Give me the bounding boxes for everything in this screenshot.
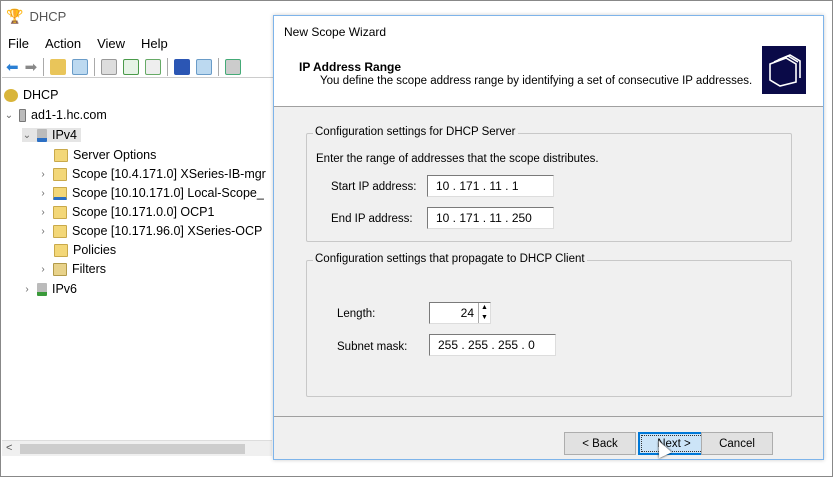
tree-node-scope[interactable]: › Scope [10.171.96.0] XSeries-OCP: [38, 224, 262, 238]
menu-action[interactable]: Action: [45, 36, 81, 51]
length-spinner[interactable]: 24 ▲ ▼: [429, 302, 491, 324]
tree-label: IPv6: [52, 282, 78, 296]
folder-info-icon: [53, 186, 67, 200]
window-title: DHCP: [29, 8, 67, 24]
up-folder-icon[interactable]: [50, 58, 67, 75]
range-description: Enter the range of addresses that the sc…: [316, 153, 599, 165]
ipv6-icon: [37, 282, 47, 296]
length-label: Length:: [337, 308, 376, 320]
tree-node-ipv4[interactable]: ⌄ IPv4: [22, 128, 82, 142]
tree-label: Scope [10.4.171.0] XSeries-IB-mgr: [72, 167, 266, 181]
title-bar: 🏆 DHCP: [6, 6, 66, 26]
group-legend: Configuration settings for DHCP Server: [313, 126, 518, 138]
menu-help[interactable]: Help: [141, 36, 168, 51]
chevron-down-icon[interactable]: ⌄: [22, 130, 32, 141]
properties-icon[interactable]: [101, 58, 118, 75]
tree-label: Server Options: [73, 148, 157, 162]
show-hide-tree-icon[interactable]: [72, 58, 89, 75]
page-heading: IP Address Range: [299, 60, 402, 74]
tree-node-server[interactable]: ⌄ ad1-1.hc.com: [4, 108, 107, 122]
dialog-title: New Scope Wizard: [284, 25, 387, 39]
tree-label: Filters: [72, 262, 107, 276]
dhcp-trophy-icon: 🏆: [6, 7, 24, 24]
menu-bar: File Action View Help: [8, 36, 168, 51]
end-ip-input[interactable]: 10 . 171 . 11 . 250: [427, 207, 554, 229]
folder-icon: [53, 205, 67, 219]
wizard-header: New Scope Wizard IP Address Range You de…: [274, 16, 823, 107]
group-legend: Configuration settings that propagate to…: [313, 253, 587, 265]
chevron-down-icon[interactable]: ⌄: [4, 110, 14, 121]
tree-node-ipv6[interactable]: › IPv6: [22, 282, 77, 296]
scrollbar-thumb[interactable]: [20, 444, 245, 454]
dhcp-icon: [4, 88, 18, 102]
tree-node-scope[interactable]: › Scope [10.171.0.0] OCP1: [38, 205, 214, 219]
tree-label: Scope [10.171.0.0] OCP1: [72, 205, 215, 219]
tree-node-policies[interactable]: Policies: [54, 243, 116, 257]
menu-view[interactable]: View: [97, 36, 125, 51]
export-icon[interactable]: [145, 58, 162, 75]
folder-icon: [53, 167, 67, 181]
length-value: 24: [460, 306, 474, 320]
server-settings-group: Configuration settings for DHCP Server E…: [306, 126, 792, 242]
server-icon: [19, 108, 26, 122]
chevron-right-icon[interactable]: ›: [38, 188, 48, 199]
toolbar-separator: [167, 57, 169, 76]
chevron-right-icon[interactable]: ›: [38, 264, 48, 275]
server-options-icon: [54, 148, 68, 162]
start-ip-input[interactable]: 10 . 171 . 11 . 1: [427, 175, 554, 197]
tree-label: Scope [10.10.171.0] Local-Scope_: [72, 186, 264, 200]
refresh-icon[interactable]: [123, 58, 140, 75]
cancel-button[interactable]: Cancel: [701, 432, 773, 455]
menu-file[interactable]: File: [8, 36, 29, 51]
toolbar: ⬅ ➡: [2, 56, 274, 78]
chevron-right-icon[interactable]: ›: [22, 284, 32, 295]
scroll-left-icon[interactable]: <: [6, 442, 12, 454]
page-subheading: You define the scope address range by id…: [320, 75, 753, 87]
tree-label: ad1-1.hc.com: [31, 108, 107, 122]
back-arrow-icon[interactable]: ⬅: [6, 58, 19, 76]
toolbar-separator: [218, 57, 220, 76]
tree-label: DHCP: [23, 88, 59, 102]
next-button[interactable]: Next >: [638, 432, 710, 455]
forward-arrow-icon[interactable]: ➡: [25, 58, 38, 76]
subnet-mask-label: Subnet mask:: [337, 341, 408, 353]
tree-label: IPv4: [52, 128, 78, 142]
end-ip-label: End IP address:: [331, 213, 413, 225]
subnet-mask-input[interactable]: 255 . 255 . 255 . 0: [429, 334, 556, 356]
new-scope-wizard-dialog: New Scope Wizard IP Address Range You de…: [273, 15, 824, 460]
spin-up-down-icon[interactable]: ▲ ▼: [478, 303, 490, 323]
chevron-right-icon[interactable]: ›: [38, 169, 48, 180]
chevron-right-icon[interactable]: ›: [38, 226, 48, 237]
action-pane-icon[interactable]: [196, 58, 213, 75]
filter-icon: [53, 262, 67, 276]
tree-label: Policies: [73, 243, 117, 257]
tree-node-server-options[interactable]: Server Options: [54, 148, 156, 162]
tree-label: Scope [10.171.96.0] XSeries-OCP: [72, 224, 263, 238]
toolbar-separator: [43, 57, 45, 76]
chevron-right-icon[interactable]: ›: [38, 207, 48, 218]
start-ip-label: Start IP address:: [331, 181, 417, 193]
tree-node-scope[interactable]: › Scope [10.4.171.0] XSeries-IB-mgr: [38, 167, 266, 181]
back-button[interactable]: < Back: [564, 432, 636, 455]
footer-divider: [274, 416, 823, 417]
tree-node-filters[interactable]: › Filters: [38, 262, 106, 276]
horizontal-scrollbar[interactable]: <: [2, 440, 272, 456]
ipv4-icon: [37, 128, 47, 142]
server-monitor-icon[interactable]: [225, 58, 242, 75]
tree-node-scope[interactable]: › Scope [10.10.171.0] Local-Scope_: [38, 186, 264, 200]
help-icon[interactable]: [174, 58, 191, 75]
folders-icon: [762, 46, 806, 94]
toolbar-separator: [94, 57, 96, 76]
client-settings-group: Configuration settings that propagate to…: [306, 253, 792, 397]
tree-node-dhcp[interactable]: DHCP: [4, 88, 58, 102]
policies-icon: [54, 243, 68, 257]
folder-icon: [53, 224, 67, 238]
